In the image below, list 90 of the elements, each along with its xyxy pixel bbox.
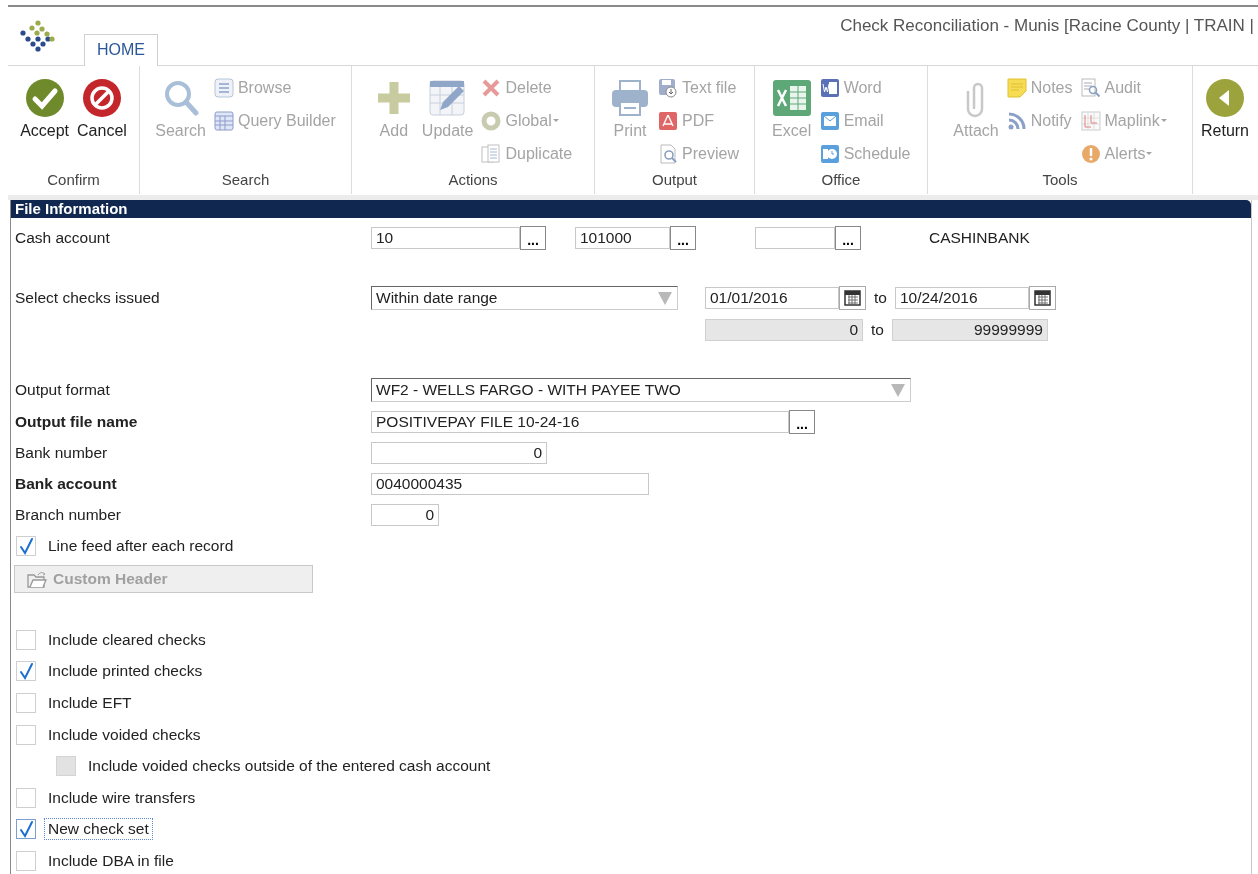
- group-label: Search: [220, 170, 271, 190]
- rss-icon: [1006, 110, 1027, 131]
- checkmark-icon: [17, 662, 35, 681]
- checkbox-label: New check set: [45, 819, 152, 840]
- checkbox[interactable]: [16, 535, 36, 556]
- field-label: Output format: [14, 380, 111, 399]
- group-label: Actions: [447, 170, 499, 190]
- group-label: Confirm: [46, 170, 101, 190]
- text-field[interactable]: 99999999: [891, 318, 1048, 341]
- checkbox[interactable]: [16, 661, 36, 682]
- checkbox-label: Include voided checks: [48, 725, 201, 744]
- text-field[interactable]: 0: [371, 441, 547, 464]
- field-label: Bank account: [14, 474, 118, 493]
- lookup-button[interactable]: ...: [789, 409, 815, 434]
- sticky-note-icon: [1006, 77, 1027, 98]
- text-field[interactable]: 10/24/2016: [894, 286, 1029, 309]
- printer-icon: [610, 78, 651, 118]
- ring-icon: [481, 110, 502, 131]
- checkbox-label: Include voided checks outside of the entered cash account: [88, 757, 491, 776]
- text-field[interactable]: 01/01/2016: [705, 286, 839, 309]
- pdf-icon: [658, 110, 679, 131]
- group-label: Office: [820, 170, 862, 190]
- text-field[interactable]: [755, 226, 835, 249]
- grid-icon: [213, 110, 234, 131]
- checkbox-label: Include DBA in file: [48, 851, 174, 870]
- checkbox[interactable]: [16, 850, 36, 871]
- lookup-button[interactable]: ...: [670, 225, 696, 250]
- calendar-icon: [1033, 289, 1051, 306]
- field-label: Cash account: [14, 228, 111, 247]
- folder-icon: [27, 569, 47, 588]
- alert-circle-icon: [1080, 143, 1101, 164]
- back-circle-icon: [1205, 78, 1245, 118]
- table-pencil-icon: [427, 78, 468, 118]
- lookup-button[interactable]: ...: [835, 225, 861, 250]
- text-field[interactable]: POSITIVEPAY FILE 10-24-16: [371, 410, 789, 433]
- text-field[interactable]: 0: [705, 318, 863, 341]
- checkbox[interactable]: [16, 819, 36, 840]
- ribbon-tab[interactable]: HOME: [84, 34, 158, 66]
- dropdown-arrow-icon: [890, 381, 906, 398]
- checkbox-label: Line feed after each record: [48, 536, 234, 555]
- no-entry-circle-icon: [81, 78, 122, 118]
- field-label: Select checks issued: [14, 288, 161, 307]
- text-field[interactable]: 101000: [575, 226, 670, 249]
- ribbon-button[interactable]: Accept: [17, 66, 73, 146]
- page-magnifier-icon: [658, 143, 679, 164]
- x-icon: [481, 77, 502, 98]
- list-icon: [213, 77, 234, 98]
- checkbox-label: Include cleared checks: [48, 630, 206, 649]
- field-label: Branch number: [14, 505, 122, 524]
- window-title: Check Reconciliation - Munis [Racine County | TRAIN |: [840, 16, 1255, 37]
- ribbon-button[interactable]: Return: [1198, 66, 1252, 146]
- checkbox-label: Include printed checks: [48, 662, 203, 681]
- checkbox[interactable]: [16, 693, 36, 713]
- text-field[interactable]: 0040000435: [371, 472, 649, 495]
- text-field[interactable]: 0: [371, 503, 439, 526]
- spreadsheet-icon: [771, 78, 812, 118]
- dropdown-field[interactable]: WF2 - WELLS FARGO - WITH PAYEE TWO: [371, 377, 911, 402]
- checkmark-icon: [17, 820, 35, 839]
- section-header: File Information: [11, 200, 1251, 218]
- calendar-button[interactable]: [839, 285, 866, 310]
- dropdown-arrow-icon: [657, 289, 673, 306]
- group-label: Tools: [1041, 170, 1079, 190]
- calendar-icon: [844, 289, 861, 306]
- field-label: Bank number: [14, 443, 109, 462]
- checkbox[interactable]: [16, 787, 36, 808]
- caret-icon: [1160, 119, 1167, 122]
- group-label: Output: [651, 170, 698, 190]
- caret-icon: [552, 119, 559, 122]
- account-description: CASHINBANK: [929, 228, 1030, 247]
- document-icon: [819, 77, 840, 98]
- map-grid-icon: [1080, 110, 1101, 131]
- envelope-icon: [819, 110, 840, 131]
- calendar-button[interactable]: [1028, 285, 1056, 310]
- field-label: Output file name: [14, 412, 139, 431]
- calendar-clock-icon: [819, 143, 840, 164]
- range-separator: to: [874, 288, 887, 307]
- check-circle-icon: [24, 78, 65, 118]
- checkbox-label: Include EFT: [48, 694, 132, 712]
- document-magnifier-icon: [1080, 77, 1101, 98]
- lookup-button[interactable]: ...: [520, 225, 546, 250]
- checkbox[interactable]: [16, 629, 36, 650]
- pages-icon: [481, 143, 502, 164]
- text-field[interactable]: 10: [371, 226, 520, 249]
- checkbox-label: Include wire transfers: [48, 788, 196, 807]
- dropdown-field[interactable]: Within date range: [371, 285, 678, 310]
- range-separator: to: [871, 320, 884, 339]
- checkmark-icon: [17, 536, 35, 555]
- checkbox[interactable]: [16, 724, 36, 745]
- caret-icon: [1146, 152, 1153, 155]
- ribbon-button[interactable]: Cancel: [74, 66, 130, 146]
